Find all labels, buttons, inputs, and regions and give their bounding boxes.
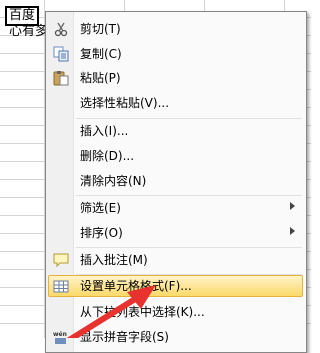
menu-item-sort[interactable]: 排序(O) xyxy=(48,222,303,244)
menu-item-cut[interactable]: 剪切(T) xyxy=(48,18,303,40)
menu-item-label: 显示拼音字段(S) xyxy=(80,330,169,344)
menu-item-clear-contents[interactable]: 清除内容(N) xyxy=(48,170,303,192)
scissors-icon xyxy=(53,21,69,37)
menu-item-label: 排序(O) xyxy=(80,226,123,240)
svg-text:wén: wén xyxy=(53,331,67,338)
menu-item-delete[interactable]: 删除(D)... xyxy=(48,145,303,167)
menu-item-label: 插入(I)... xyxy=(80,124,129,138)
copy-icon xyxy=(53,46,69,62)
menu-item-label: 删除(D)... xyxy=(80,149,135,163)
menu-item-label: 插入批注(M) xyxy=(80,253,148,267)
menu-item-label: 从下拉列表中选择(K)... xyxy=(80,305,205,319)
menu-item-label: 设置单元格格式(F)... xyxy=(80,279,192,293)
phonetic-icon: wén xyxy=(53,329,69,345)
menu-item-show-phonetic[interactable]: wén 显示拼音字段(S) xyxy=(48,326,303,348)
menu-item-insert-comment[interactable]: 插入批注(M) xyxy=(48,249,303,271)
menu-separator xyxy=(76,195,302,196)
menu-item-pick-from-list[interactable]: 从下拉列表中选择(K)... xyxy=(48,301,303,323)
menu-item-label: 粘贴(P) xyxy=(80,71,121,85)
format-cells-icon xyxy=(53,278,69,294)
menu-item-paste[interactable]: 粘贴(P) xyxy=(48,67,303,89)
paste-icon xyxy=(53,70,69,86)
menu-separator xyxy=(76,247,302,248)
menu-item-filter[interactable]: 筛选(E) xyxy=(48,197,303,219)
menu-item-label: 剪切(T) xyxy=(80,22,121,36)
submenu-arrow-icon xyxy=(290,227,295,235)
menu-item-label: 清除内容(N) xyxy=(80,174,147,188)
menu-item-paste-special[interactable]: 选择性粘贴(V)... xyxy=(48,92,303,114)
cell-a2[interactable]: 心有多 xyxy=(9,24,48,40)
comment-icon xyxy=(53,252,69,268)
submenu-arrow-icon xyxy=(290,202,295,210)
context-menu: 剪切(T) 复制(C) 粘贴(P) 选择性粘贴(V)... 插入(I)... 删… xyxy=(45,11,307,353)
menu-item-label: 筛选(E) xyxy=(80,201,121,215)
menu-item-label: 选择性粘贴(V)... xyxy=(80,96,170,110)
menu-item-label: 复制(C) xyxy=(80,47,122,61)
menu-separator xyxy=(76,118,302,119)
menu-item-format-cells[interactable]: 设置单元格格式(F)... xyxy=(48,275,303,297)
menu-item-copy[interactable]: 复制(C) xyxy=(48,43,303,65)
menu-item-insert[interactable]: 插入(I)... xyxy=(48,120,303,142)
cell-a1[interactable]: 百度 xyxy=(5,6,40,26)
